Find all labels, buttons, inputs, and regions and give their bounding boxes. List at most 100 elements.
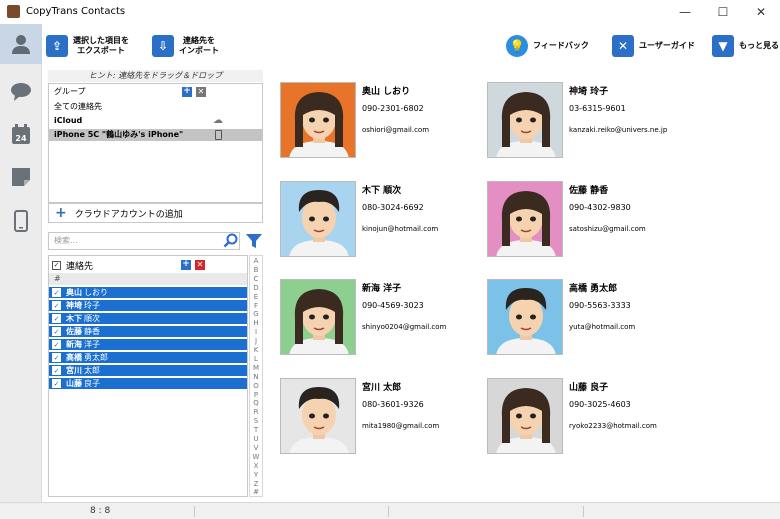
- contact-card[interactable]: 奥山 しおり 090-2301-6802 oshiori@gmail.com: [280, 82, 470, 164]
- alphabet-letter[interactable]: T: [250, 426, 262, 435]
- status-bar: 8 : 8: [0, 502, 780, 519]
- export-icon: ⇪: [46, 35, 68, 57]
- delete-group-button[interactable]: ✕: [196, 87, 206, 97]
- more-button[interactable]: ▼ もっと見る: [712, 30, 779, 62]
- filter-icon[interactable]: [245, 233, 263, 249]
- contact-phone: 080-3024-6692: [362, 203, 424, 212]
- phone-device-icon: [215, 130, 222, 140]
- contact-checkbox[interactable]: ✓: [52, 379, 61, 388]
- alphabet-letter[interactable]: Z: [250, 480, 262, 489]
- contact-list-item[interactable]: ✓ 佐藤 静香: [49, 326, 247, 338]
- alphabet-letter[interactable]: D: [250, 284, 262, 293]
- close-button[interactable]: ✕: [742, 0, 780, 24]
- alphabet-letter[interactable]: M: [250, 364, 262, 373]
- alphabet-letter[interactable]: O: [250, 382, 262, 391]
- alphabet-letter[interactable]: Y: [250, 471, 262, 480]
- person-icon: [12, 35, 30, 54]
- add-contact-button[interactable]: +: [181, 260, 191, 270]
- feedback-button[interactable]: 💡 フィードバック: [506, 30, 589, 62]
- alphabet-letter[interactable]: L: [250, 355, 262, 364]
- cloud-icon: ☁: [213, 115, 223, 126]
- user-guide-button[interactable]: ✕ ユーザーガイド: [612, 30, 695, 62]
- contact-phone: 090-5563-3333: [569, 301, 631, 310]
- contact-card[interactable]: 高橋 勇太郎 090-5563-3333 yuta@hotmail.com: [487, 279, 677, 361]
- search-input[interactable]: 検索...: [48, 232, 240, 250]
- contact-card[interactable]: 木下 順次 080-3024-6692 kinojun@hotmail.com: [280, 181, 470, 263]
- contact-list-item[interactable]: ✓ 奥山 しおり: [49, 287, 247, 299]
- contact-avatar: [487, 181, 563, 257]
- alphabet-letter[interactable]: R: [250, 408, 262, 417]
- sidebar-item-calendar[interactable]: 24: [0, 114, 42, 154]
- contact-phone: 090-3025-4603: [569, 400, 631, 409]
- alphabet-letter[interactable]: E: [250, 293, 262, 302]
- add-cloud-account-button[interactable]: + クラウドアカウントの追加: [48, 203, 263, 223]
- select-all-checkbox[interactable]: ✓: [52, 260, 61, 270]
- contact-checkbox[interactable]: ✓: [52, 353, 61, 362]
- contact-checkbox[interactable]: ✓: [52, 366, 61, 375]
- alphabet-letter[interactable]: J: [250, 337, 262, 346]
- note-icon: [12, 168, 30, 186]
- contact-list-item[interactable]: ✓ 高橋 勇太郎: [49, 352, 247, 364]
- search-icon[interactable]: [223, 233, 239, 249]
- import-button[interactable]: ⇩ 連絡先を インポート: [152, 30, 219, 62]
- contact-email: mita1980@gmail.com: [362, 422, 440, 430]
- alphabet-letter[interactable]: V: [250, 444, 262, 453]
- contact-list-item[interactable]: ✓ 神埼 玲子: [49, 300, 247, 312]
- contact-first-name: 玲子: [84, 300, 100, 310]
- group-icloud[interactable]: iCloud ☁: [49, 115, 262, 127]
- alphabet-letter[interactable]: A: [250, 257, 262, 266]
- alphabet-letter[interactable]: K: [250, 346, 262, 355]
- contact-list-item[interactable]: ✓ 山藤 良子: [49, 378, 247, 390]
- chat-bubble-icon: [11, 83, 31, 101]
- alphabet-letter[interactable]: H: [250, 319, 262, 328]
- sidebar-item-notes[interactable]: [0, 157, 42, 197]
- sidebar-item-messages[interactable]: [0, 72, 42, 112]
- contact-checkbox[interactable]: ✓: [52, 340, 61, 349]
- alphabet-letter[interactable]: G: [250, 310, 262, 319]
- alphabet-letter[interactable]: W: [250, 453, 262, 462]
- alphabet-letter[interactable]: N: [250, 373, 262, 382]
- sidebar-item-contacts[interactable]: [0, 24, 42, 64]
- section-hash: #: [49, 273, 247, 285]
- contact-card[interactable]: 佐藤 静香 090-4302-9830 satoshizu@gmail.com: [487, 181, 677, 263]
- phone-icon: [14, 210, 28, 232]
- alphabet-letter[interactable]: F: [250, 302, 262, 311]
- alphabet-letter[interactable]: X: [250, 462, 262, 471]
- alphabet-letter[interactable]: C: [250, 275, 262, 284]
- contact-avatar: [280, 279, 356, 355]
- minimize-button[interactable]: —: [666, 0, 704, 24]
- alphabet-letter[interactable]: I: [250, 328, 262, 337]
- contact-last-name: 奥山: [66, 287, 82, 297]
- contact-list-item[interactable]: ✓ 宮川 太郎: [49, 365, 247, 377]
- contact-list-item[interactable]: ✓ 木下 順次: [49, 313, 247, 325]
- alphabet-letter[interactable]: U: [250, 435, 262, 444]
- import-label: 連絡先を インポート: [179, 36, 219, 55]
- group-all-contacts[interactable]: 全ての連絡先: [49, 101, 262, 113]
- contact-checkbox[interactable]: ✓: [52, 288, 61, 297]
- contact-checkbox[interactable]: ✓: [52, 301, 61, 310]
- feedback-label: フィードバック: [533, 41, 589, 50]
- contact-card[interactable]: 新海 洋子 090-4569-3023 shinyo0204@gmail.com: [280, 279, 470, 361]
- group-iphone[interactable]: iPhone 5C "鶴山ゆみ's iPhone": [49, 129, 262, 141]
- contact-card[interactable]: 神埼 玲子 03-6315-9601 kanzaki.reiko@univers.n…: [487, 82, 677, 164]
- drag-hint: ヒント: 連絡先をドラッグ＆ドロップ: [48, 70, 263, 82]
- contact-checkbox[interactable]: ✓: [52, 314, 61, 323]
- tools-icon: ✕: [612, 35, 634, 57]
- alphabet-letter[interactable]: Q: [250, 399, 262, 408]
- contact-card[interactable]: 山藤 良子 090-3025-4603 ryoko2233@hotmail.com: [487, 378, 677, 460]
- contact-list-item[interactable]: ✓ 新海 洋子: [49, 339, 247, 351]
- sidebar-item-device[interactable]: [0, 201, 42, 241]
- alphabet-letter[interactable]: S: [250, 417, 262, 426]
- contact-avatar: [487, 82, 563, 158]
- contact-last-name: 高橋: [66, 352, 82, 362]
- contact-checkbox[interactable]: ✓: [52, 327, 61, 336]
- export-button[interactable]: ⇪ 選択した項目を エクスポート: [46, 30, 129, 62]
- add-group-button[interactable]: +: [182, 87, 192, 97]
- delete-contact-button[interactable]: ✕: [195, 260, 205, 270]
- alphabet-letter[interactable]: P: [250, 391, 262, 400]
- alphabet-letter[interactable]: B: [250, 266, 262, 275]
- alphabet-letter[interactable]: #: [250, 488, 262, 497]
- sidebar: 24: [0, 24, 42, 502]
- maximize-button[interactable]: ☐: [704, 0, 742, 24]
- contact-card[interactable]: 宮川 太郎 080-3601-9326 mita1980@gmail.com: [280, 378, 470, 460]
